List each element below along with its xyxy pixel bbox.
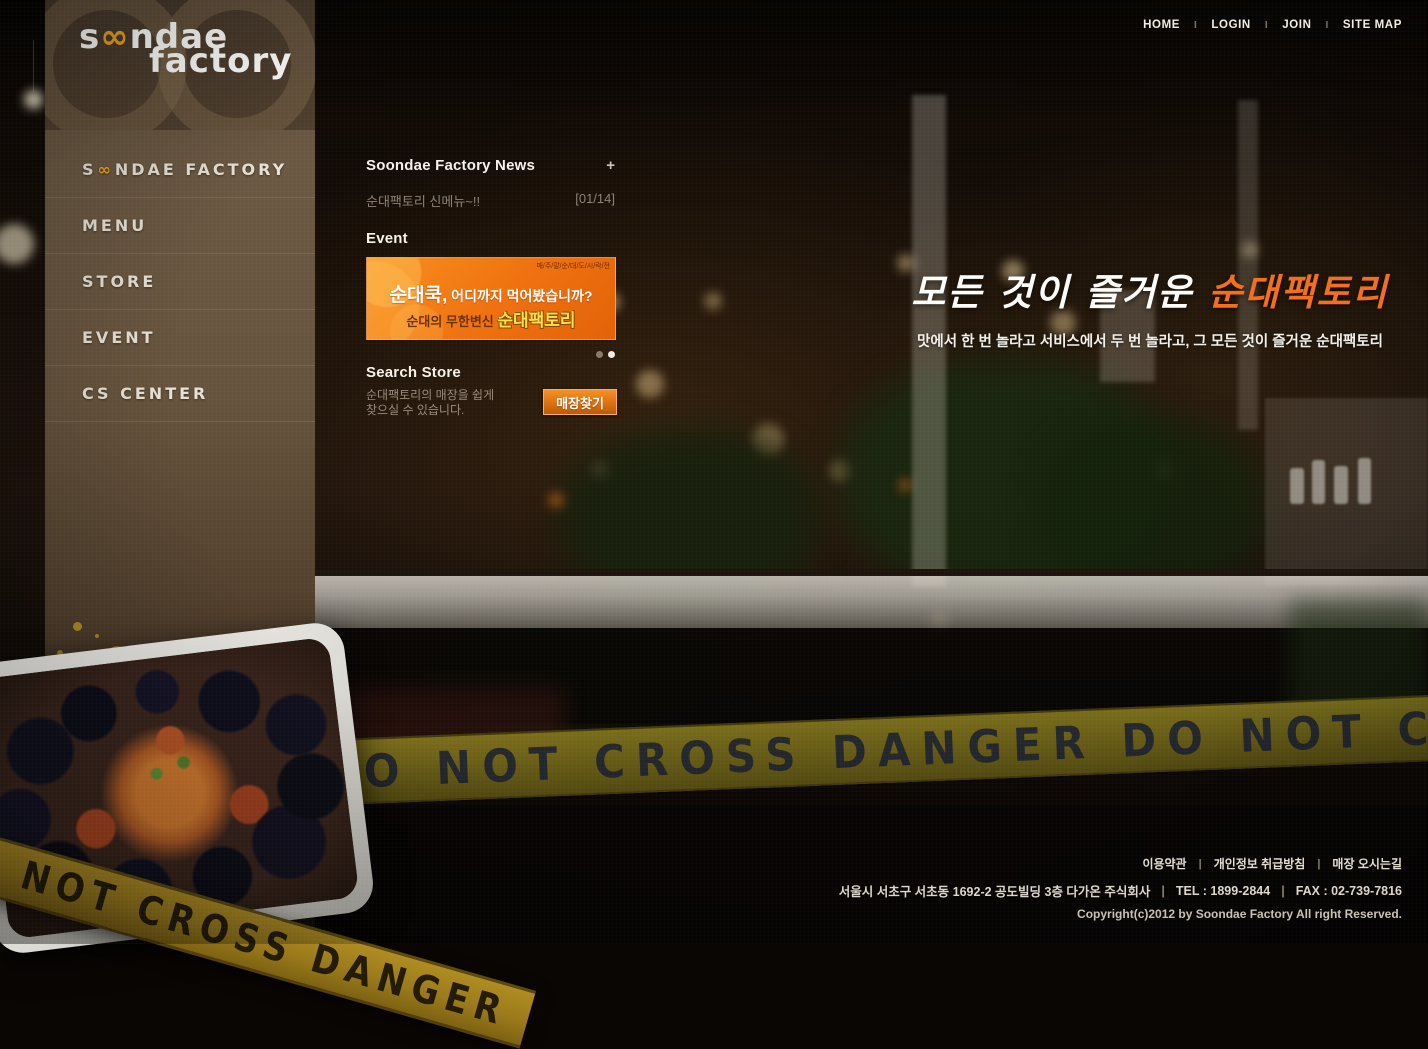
news-item-date: [01/14] bbox=[575, 191, 615, 210]
footer-separator: | bbox=[1281, 884, 1285, 898]
bottle bbox=[1358, 458, 1371, 504]
nav-separator: I bbox=[1265, 20, 1268, 31]
footer-address: 서울시 서초구 서초동 1692-2 공도빌딩 3층 다가온 주식회사 bbox=[839, 881, 1151, 900]
infinity-icon: ∞ bbox=[97, 160, 115, 179]
nav-join[interactable]: JOIN bbox=[1282, 19, 1311, 31]
sidebar-menu: S∞NDAE FACTORY MENU STORE EVENT CS CENTE… bbox=[45, 130, 315, 422]
nav-sitemap[interactable]: SITE MAP bbox=[1343, 19, 1402, 31]
footer-info: 서울시 서초구 서초동 1692-2 공도빌딩 3층 다가온 주식회사 | TE… bbox=[839, 881, 1402, 900]
sidebar-item-menu[interactable]: MENU bbox=[45, 198, 315, 254]
below-tape-shadow bbox=[315, 806, 1428, 944]
footer-link-directions[interactable]: 매장 오시는길 bbox=[1332, 855, 1402, 872]
nav-separator: I bbox=[1194, 20, 1197, 31]
light-bulb bbox=[24, 90, 43, 109]
event-banner[interactable]: 매/주/말/순/대/도/시/락/전 순대쿡, 어디까지 먹어봤습니까? 순대의 … bbox=[366, 257, 616, 340]
footer-link-terms[interactable]: 이용약관 bbox=[1142, 855, 1186, 872]
window-sill-edge bbox=[315, 569, 1428, 576]
footer-tel: TEL : 1899-2844 bbox=[1176, 884, 1270, 898]
decor-dot bbox=[73, 622, 82, 631]
footer-separator: | bbox=[1199, 858, 1202, 870]
bokeh-light bbox=[704, 292, 722, 310]
hero-headline-block: 모든 것이 즐거운 순대팩토리 맛에서 한 번 놀라고 서비스에서 두 번 놀라… bbox=[905, 262, 1395, 351]
footer-separator: | bbox=[1317, 858, 1320, 870]
light-cord bbox=[33, 40, 34, 92]
banner-small-text: 매/주/말/순/대/도/시/락/전 bbox=[536, 261, 610, 271]
window-sill bbox=[315, 576, 1428, 628]
logo-block: s∞ndae factory bbox=[45, 0, 315, 130]
banner-line1: 순대쿡, 어디까지 먹어봤습니까? bbox=[367, 280, 615, 307]
decor-dot bbox=[95, 634, 99, 638]
carousel-dot-active[interactable] bbox=[608, 351, 615, 358]
orange-fruit bbox=[548, 492, 564, 508]
logo-prefix: s bbox=[79, 17, 100, 57]
bottle bbox=[1312, 460, 1325, 504]
news-item[interactable]: 순대팩토리 신메뉴~!! [01/14] bbox=[366, 191, 615, 210]
carousel-dot[interactable] bbox=[596, 351, 603, 358]
search-store-title: Search Store bbox=[366, 364, 461, 381]
orange-fruit bbox=[898, 478, 912, 492]
nav-login[interactable]: LOGIN bbox=[1211, 19, 1250, 31]
find-store-button[interactable]: 매장찾기 bbox=[543, 389, 617, 415]
copyright: Copyright(c)2012 by Soondae Factory All … bbox=[1077, 907, 1402, 921]
bottle bbox=[1334, 466, 1348, 504]
hero-subtitle: 맛에서 한 번 놀라고 서비스에서 두 번 놀라고, 그 모든 것이 즐거운 순… bbox=[905, 330, 1395, 351]
top-navigation: HOME I LOGIN I JOIN I SITE MAP bbox=[1143, 19, 1402, 31]
footer-fax: FAX : 02-739-7816 bbox=[1296, 884, 1402, 898]
carousel-dots bbox=[596, 351, 615, 358]
news-more-button[interactable]: + bbox=[606, 158, 615, 173]
sidebar-item-store[interactable]: STORE bbox=[45, 254, 315, 310]
footer-links: 이용약관 | 개인정보 취급방침 | 매장 오시는길 bbox=[1142, 855, 1402, 872]
news-header: Soondae Factory News + bbox=[366, 157, 615, 174]
event-title: Event bbox=[366, 230, 408, 247]
bottle bbox=[1290, 468, 1304, 504]
infinity-icon: ∞ bbox=[100, 17, 129, 57]
logo[interactable]: s∞ndae factory bbox=[79, 22, 292, 76]
nav-separator: I bbox=[1325, 20, 1328, 31]
banner-line2: 순대의 무한변신 순대팩토리 bbox=[367, 306, 615, 331]
sidebar-item-cs-center[interactable]: CS CENTER bbox=[45, 366, 315, 422]
bokeh-light bbox=[636, 370, 664, 398]
bokeh-light bbox=[0, 224, 34, 264]
news-title: Soondae Factory News bbox=[366, 157, 535, 174]
footer-link-privacy[interactable]: 개인정보 취급방침 bbox=[1214, 855, 1306, 872]
news-item-text: 순대팩토리 신메뉴~!! bbox=[366, 191, 480, 210]
hero-headline: 모든 것이 즐거운 순대팩토리 bbox=[905, 262, 1395, 316]
hero-headline-accent: 순대팩토리 bbox=[1208, 271, 1388, 314]
footer-separator: | bbox=[1161, 884, 1165, 898]
sidebar-item-event[interactable]: EVENT bbox=[45, 310, 315, 366]
search-store-description: 순대팩토리의 매장을 쉽게 찾으실 수 있습니다. bbox=[366, 388, 536, 418]
sidebar-item-soondae-factory[interactable]: S∞NDAE FACTORY bbox=[45, 142, 315, 198]
nav-home[interactable]: HOME bbox=[1143, 19, 1180, 31]
